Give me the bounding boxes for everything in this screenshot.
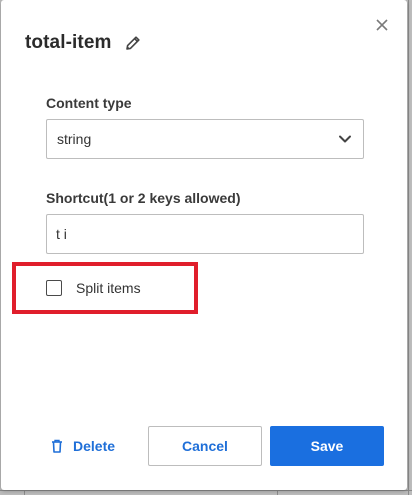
close-icon — [376, 19, 388, 31]
pencil-icon — [126, 36, 140, 50]
chevron-down-icon — [339, 135, 351, 143]
edit-title-button[interactable] — [122, 32, 144, 54]
backdrop-divider — [24, 490, 25, 495]
content-type-select[interactable]: string — [46, 119, 364, 159]
trash-icon — [52, 439, 62, 453]
delete-button[interactable]: Delete — [51, 436, 115, 456]
delete-label: Delete — [73, 438, 116, 454]
edit-item-dialog: total-item Content type string Shortcut(… — [1, 0, 407, 490]
content-type-value: string — [57, 131, 92, 147]
shortcut-label: Shortcut(1 or 2 keys allowed) — [46, 190, 241, 206]
backdrop-divider — [277, 490, 278, 495]
split-items-label: Split items — [76, 280, 141, 296]
backdrop-divider — [408, 0, 409, 495]
cancel-button[interactable]: Cancel — [148, 426, 262, 466]
backdrop-divider — [0, 490, 412, 491]
content-type-label: Content type — [46, 95, 132, 111]
split-items-checkbox[interactable] — [46, 280, 62, 296]
shortcut-input[interactable] — [46, 214, 364, 254]
save-button[interactable]: Save — [270, 426, 384, 466]
split-items-option[interactable]: Split items — [46, 278, 141, 298]
close-button[interactable] — [371, 14, 393, 36]
dialog-title: total-item — [25, 32, 112, 53]
